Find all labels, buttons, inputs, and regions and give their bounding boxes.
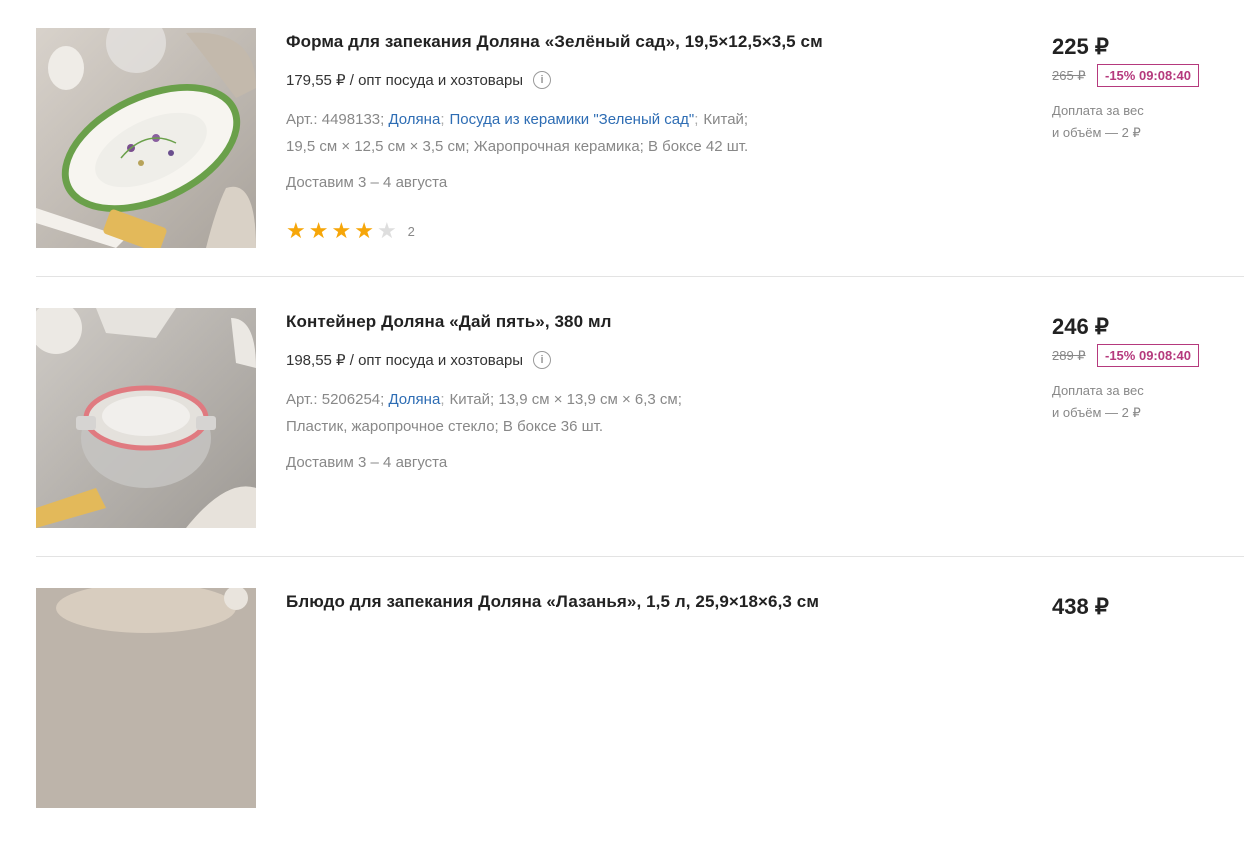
product-title[interactable]: Блюдо для запекания Доляна «Лазанья», 1,… — [286, 592, 819, 612]
separator: ; — [440, 391, 445, 408]
wholesale-price: 198,55 ₽ / опт посуда и хозтовары i — [286, 351, 552, 369]
dimensions: 19,5 см × 12,5 см × 3,5 см; — [286, 138, 470, 155]
star-icon: ★ — [308, 218, 329, 243]
wholesale-price: 179,55 ₽ / опт посуда и хозтовары i — [286, 71, 552, 89]
separator: ; — [440, 111, 445, 128]
review-count[interactable]: 2 — [408, 224, 415, 239]
product-card: Контейнер Доляна «Дай пять», 380 мл 198,… — [36, 308, 1244, 588]
surcharge-line: Доплата за вес — [1052, 103, 1144, 118]
material: Жаропрочная керамика; — [473, 138, 644, 155]
brand-link[interactable]: Доляна — [388, 111, 440, 128]
weight-surcharge: Доплата за вес и объём — 2 ₽ — [1052, 380, 1192, 424]
old-price: 265 ₽ — [1052, 68, 1086, 83]
surcharge-line: и объём — 2 ₽ — [1052, 405, 1141, 420]
star-icon: ★ — [331, 218, 352, 243]
divider — [36, 276, 1244, 277]
product-title[interactable]: Контейнер Доляна «Дай пять», 380 мл — [286, 312, 612, 332]
divider — [36, 556, 1244, 557]
dimensions: 13,9 см × 13,9 см × 6,3 см; — [498, 391, 682, 408]
article-number: Арт.: 4498133; — [286, 111, 385, 128]
product-image[interactable] — [36, 308, 256, 528]
delivery-date: Доставим 3 – 4 августа — [286, 174, 448, 191]
info-icon[interactable]: i — [533, 351, 552, 369]
wholesale-price-text: 198,55 ₽ / опт посуда и хозтовары — [286, 352, 524, 369]
box-quantity: В боксе 42 шт. — [648, 138, 749, 155]
star-icon: ★ — [376, 218, 397, 243]
current-price: 246 ₽ — [1052, 314, 1109, 339]
star-icon: ★ — [286, 218, 306, 243]
product-attributes: Арт.: 5206254; Доляна; Китай; 13,9 см × 1… — [286, 386, 846, 440]
product-title[interactable]: Форма для запекания Доляна «Зелёный сад»… — [286, 32, 823, 52]
product-attributes: Арт.: 4498133; Доляна; Посуда из керамики… — [286, 106, 846, 160]
star-icon: ★ — [354, 218, 374, 243]
discount-badge: -15% 09:08:40 — [1097, 344, 1199, 367]
current-price: 225 ₽ — [1052, 34, 1109, 59]
box-quantity: В боксе 36 шт. — [502, 418, 603, 435]
product-card: Форма для запекания Доляна «Зелёный сад»… — [36, 28, 1244, 308]
surcharge-line: и объём — 2 ₽ — [1052, 125, 1141, 140]
rating-stars[interactable]: ★ ★ ★ ★ ★ 2 — [286, 220, 415, 242]
country: Китай; — [449, 391, 495, 408]
separator: ; — [694, 111, 699, 128]
product-image[interactable] — [36, 28, 256, 248]
surcharge-line: Доплата за вес — [1052, 383, 1144, 398]
delivery-date: Доставим 3 – 4 августа — [286, 454, 448, 471]
wholesale-price-text: 179,55 ₽ / опт посуда и хозтовары — [286, 72, 524, 89]
product-card: Блюдо для запекания Доляна «Лазанья», 1,… — [36, 588, 1244, 868]
brand-link[interactable]: Доляна — [388, 391, 440, 408]
old-price: 289 ₽ — [1052, 348, 1086, 363]
current-price: 438 ₽ — [1052, 594, 1109, 619]
article-number: Арт.: 5206254; — [286, 391, 385, 408]
material: Пластик, жаропрочное стекло; — [286, 418, 499, 435]
discount-badge: -15% 09:08:40 — [1097, 64, 1199, 87]
country: Китай; — [703, 111, 749, 128]
info-icon[interactable]: i — [533, 71, 552, 89]
weight-surcharge: Доплата за вес и объём — 2 ₽ — [1052, 100, 1192, 144]
product-image[interactable] — [36, 588, 256, 808]
collection-link[interactable]: Посуда из керамики "Зеленый сад" — [449, 111, 694, 128]
